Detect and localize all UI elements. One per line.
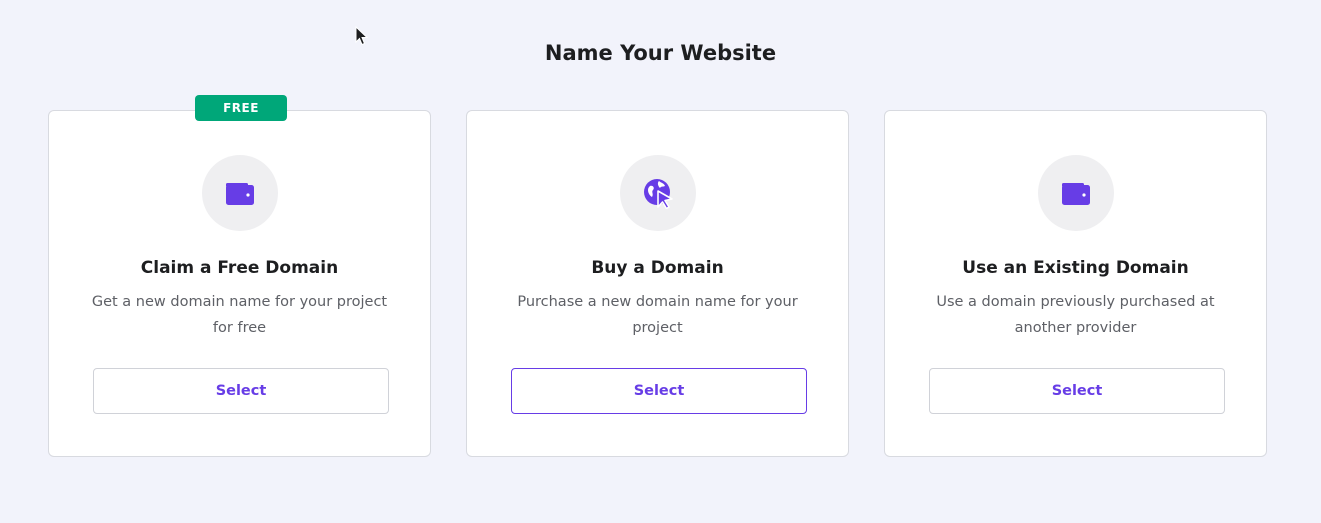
domain-option-card-claim-free[interactable]: FREE Claim a Free Domain Get a new domai…	[48, 95, 431, 457]
card-title: Use an Existing Domain	[962, 258, 1189, 278]
mouse-cursor-icon	[355, 26, 369, 46]
select-button-buy[interactable]: Select	[511, 368, 807, 414]
select-button-existing[interactable]: Select	[929, 368, 1225, 414]
wallet-icon	[1062, 183, 1090, 205]
icon-container	[202, 155, 278, 231]
icon-container	[1038, 155, 1114, 231]
page-title: Name Your Website	[544, 41, 777, 65]
domain-option-card-existing[interactable]: Use an Existing Domain Use a domain prev…	[884, 110, 1267, 457]
icon-container	[620, 155, 696, 231]
globe-cursor-icon	[644, 179, 673, 209]
card-description: Get a new domain name for your project f…	[91, 294, 388, 336]
card-title: Buy a Domain	[591, 258, 724, 278]
domain-option-card-buy[interactable]: Buy a Domain Purchase a new domain name …	[466, 110, 849, 457]
free-badge: FREE	[195, 95, 287, 121]
card-description: Purchase a new domain name for your proj…	[517, 294, 798, 336]
wallet-icon	[226, 183, 254, 205]
select-button-claim-free[interactable]: Select	[93, 368, 389, 414]
card-description: Use a domain previously purchased at ano…	[936, 294, 1215, 336]
card-title: Claim a Free Domain	[140, 258, 339, 278]
